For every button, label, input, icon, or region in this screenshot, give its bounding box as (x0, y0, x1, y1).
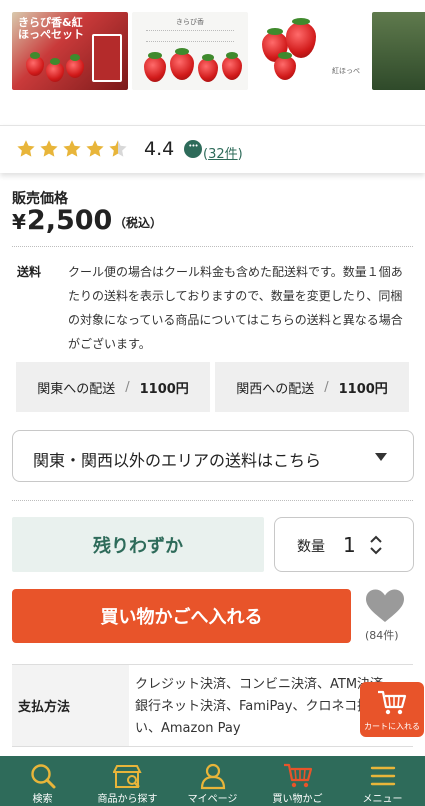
star-icon (17, 140, 35, 157)
quantity-selector[interactable]: 数量 1 (274, 517, 414, 572)
rating-bar: 4.4 (32件) (0, 125, 425, 173)
star-rating (16, 139, 128, 159)
shipping-kansai: 関西への配送 / 1100円 (215, 362, 409, 412)
thumbnail-2-caption: きらぴ香 (176, 18, 204, 26)
nav-browse-products-label: 商品から探す (97, 794, 158, 805)
comment-icon (184, 140, 202, 158)
favorite-count: (84件) (365, 629, 399, 642)
nav-menu[interactable]: メニュー (340, 756, 425, 806)
thumbnail-1[interactable]: きらぴ香&紅ほっぺセット (12, 12, 128, 90)
cart-icon (283, 763, 312, 788)
review-count-link[interactable]: (32件) (203, 143, 243, 162)
table-row: 支払方法 クレジット決済、コンビニ決済、ATM決済、銀行ネット決済、FamiPa… (12, 665, 413, 747)
divider (12, 246, 413, 247)
floating-cart-button[interactable]: カートに入れる (360, 682, 424, 737)
shipping-description: クール便の場合はクール料金も含めた配送料です。数量１個あたりの送料を表示しており… (68, 265, 403, 351)
strawberry-image (46, 58, 64, 82)
shipping-kanto: 関東への配送 / 1100円 (16, 362, 210, 412)
price: ¥2,500 (12, 205, 112, 236)
thumbnail-3-caption: 紅ほっぺ (332, 67, 360, 75)
review-count: 32件 (208, 147, 238, 162)
shipping-kanto-price: 1100円 (139, 381, 189, 397)
stock-status: 残りわずか (12, 517, 264, 572)
strawberry-image (198, 54, 218, 82)
nav-cart[interactable]: 買い物かご (255, 756, 340, 806)
shop-icon (112, 765, 142, 788)
user-icon (200, 763, 225, 790)
divider (12, 500, 413, 501)
star-icon (63, 140, 81, 157)
strawberry-image (26, 52, 44, 76)
menu-icon (370, 766, 395, 786)
nav-cart-label: 買い物かご (272, 794, 323, 805)
rating-score: 4.4 (144, 138, 175, 160)
nav-menu-label: メニュー (362, 794, 403, 805)
bottom-nav: 検索 商品から探す マイページ 買い物かご メニュー (0, 756, 425, 806)
strawberry-image (170, 48, 194, 80)
review-close-paren: ) (237, 147, 243, 162)
strawberry-image (274, 52, 296, 80)
star-icon (86, 140, 104, 157)
other-area-shipping-select[interactable]: 関東・関西以外のエリアの送料はこちら (12, 430, 414, 482)
search-icon (30, 764, 55, 789)
strawberry-image (144, 52, 166, 82)
cart-icon (378, 690, 407, 715)
nav-mypage[interactable]: マイページ (170, 756, 255, 806)
price-amount: 2,500 (26, 205, 113, 236)
nav-search[interactable]: 検索 (0, 756, 85, 806)
payment-label: 支払方法 (12, 665, 129, 746)
thumbnail-1-caption: きらぴ香&紅ほっぺセット (18, 16, 84, 41)
thumbnail-3[interactable]: 紅ほっぺ (252, 12, 368, 90)
other-area-select-label: 関東・関西以外のエリアの送料はこちら (33, 451, 322, 470)
shipping-kanto-label: 関東への配送 (37, 381, 116, 397)
half-star-icon (109, 140, 127, 157)
tax-note: （税込） (114, 216, 163, 230)
thumbnail-4[interactable] (372, 12, 425, 90)
nav-mypage-label: マイページ (187, 794, 238, 805)
separator: / (324, 379, 329, 395)
thumbnail-2[interactable]: きらぴ香 (132, 12, 248, 90)
updown-chevron-icon[interactable] (368, 534, 384, 556)
strawberry-image (66, 54, 84, 78)
thumbnail-2-text (146, 30, 234, 42)
strawberry-box-image (92, 34, 122, 82)
quantity-value: 1 (343, 533, 356, 557)
image-gallery[interactable]: きらぴ香&紅ほっぺセット きらぴ香 紅ほっぺ (0, 0, 425, 118)
nav-browse-products[interactable]: 商品から探す (85, 756, 170, 806)
shipping-label: 送料 (17, 265, 42, 279)
add-to-cart-button[interactable]: 買い物かごへ入れる (12, 589, 351, 643)
quantity-label: 数量 (297, 539, 325, 555)
star-icon (40, 140, 58, 157)
yen-symbol: ¥ (12, 210, 26, 234)
strawberry-image (222, 52, 242, 80)
heart-icon[interactable] (364, 588, 406, 624)
shipping-kansai-label: 関西への配送 (236, 381, 315, 397)
payment-table: 支払方法 クレジット決済、コンビニ決済、ATM決済、銀行ネット決済、FamiPa… (12, 664, 413, 747)
nav-search-label: 検索 (32, 794, 53, 805)
shipping-kansai-price: 1100円 (338, 381, 388, 397)
floating-cart-label: カートに入れる (364, 722, 420, 731)
chevron-down-icon (375, 453, 387, 461)
separator: / (125, 379, 130, 395)
